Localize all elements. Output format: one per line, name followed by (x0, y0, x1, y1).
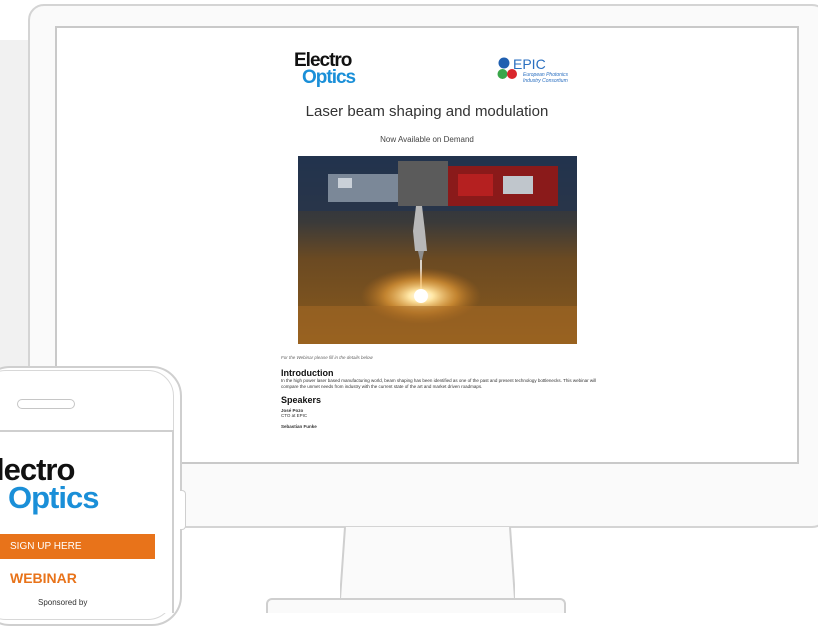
logo-line-2: Optics (302, 67, 356, 89)
mobile-electro-optics-logo[interactable]: lectro Optics (0, 454, 99, 515)
speaker-name: Sebastian Funke (281, 424, 317, 429)
epic-logo[interactable]: EPIC European Photonics Industry Consort… (497, 56, 597, 86)
mobile-logo-line-2: Optics (8, 479, 99, 515)
epic-name: EPIC (513, 56, 546, 72)
speakers-heading: Speakers (281, 395, 322, 405)
availability-subtitle: Now Available on Demand (380, 135, 474, 144)
form-note: For the Webinar please fill in the detai… (281, 355, 373, 360)
epic-tagline-2: Industry Consortium (523, 78, 568, 84)
speaker-item: José Pozo CTO at EPIC (281, 408, 307, 419)
electro-optics-logo[interactable]: Electro Optics (294, 51, 356, 89)
phone-side-button (180, 490, 186, 530)
phone-speaker-slot (17, 399, 75, 409)
page-title: Laser beam shaping and modulation (305, 103, 549, 120)
speaker-role: CTO at EPIC (281, 413, 308, 419)
laser-cutting-photo (298, 156, 577, 344)
speaker-item: Sebastian Funke (281, 424, 317, 429)
intro-heading: Introduction (281, 368, 334, 378)
monitor-stand-neck (340, 527, 515, 599)
intro-text: In the high power laser based manufactur… (281, 378, 597, 389)
sponsored-by-label: Sponsored by (38, 598, 88, 607)
hero-image (298, 156, 577, 344)
webinar-label: WEBINAR (10, 570, 77, 586)
sign-up-button[interactable]: SIGN UP HERE (0, 534, 155, 559)
monitor-stand-base (266, 598, 566, 613)
